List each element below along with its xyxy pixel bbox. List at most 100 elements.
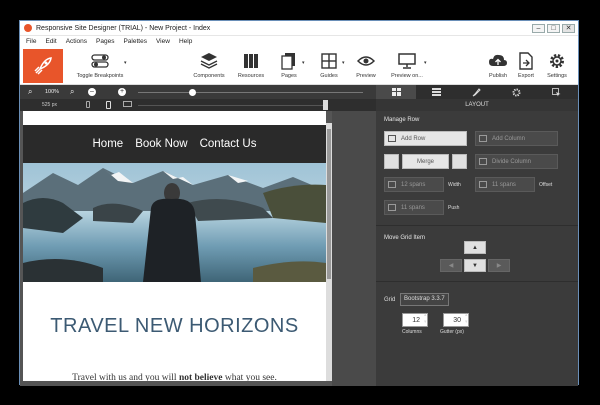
- move-down-button[interactable]: ▼: [464, 259, 486, 272]
- zoom-in-magnifier-icon[interactable]: ⌕: [70, 87, 74, 97]
- preview-button[interactable]: Preview: [353, 49, 379, 79]
- phone-icon[interactable]: [86, 101, 90, 108]
- page-preview[interactable]: Home Book Now Contact Us TRAVEL NEW HORI…: [23, 111, 326, 381]
- zoom-bar: ⌕ 100% ⌕ – +: [20, 85, 578, 99]
- width-label: Width: [448, 182, 461, 188]
- guides-button[interactable]: Guides: [316, 49, 342, 79]
- breakpoint-handle[interactable]: [323, 100, 328, 110]
- merge-label: Merge: [416, 158, 434, 165]
- chevron-down-icon[interactable]: ▾: [424, 60, 427, 66]
- divide-column-button[interactable]: Divide Column: [475, 154, 558, 169]
- minimize-button[interactable]: –: [532, 23, 545, 33]
- nav-home[interactable]: Home: [93, 138, 124, 150]
- add-column-icon: [479, 135, 487, 142]
- gutter-stepper-icon[interactable]: ▴ ▾: [465, 312, 468, 326]
- move-right-button[interactable]: ▶: [488, 259, 510, 272]
- title-bar: Responsive Site Designer (TRIAL) - New P…: [20, 21, 578, 36]
- menu-help[interactable]: Help: [179, 38, 192, 45]
- push-spans-select[interactable]: 11 spans: [384, 200, 444, 215]
- components-button[interactable]: Components: [190, 49, 228, 79]
- guides-label: Guides: [320, 73, 338, 79]
- rocket-logo-icon: [23, 49, 63, 83]
- cloud-upload-icon: [488, 49, 508, 73]
- desktop-icon[interactable]: [123, 101, 132, 107]
- menu-pages[interactable]: Pages: [96, 38, 114, 45]
- gear-icon[interactable]: [496, 88, 536, 97]
- plus-circle-icon[interactable]: +: [118, 88, 126, 96]
- menu-palettes[interactable]: Palettes: [123, 38, 147, 45]
- move-up-button[interactable]: ▲: [464, 241, 486, 254]
- scrollbar-thumb[interactable]: [327, 129, 331, 279]
- pages-label: Pages: [281, 73, 297, 79]
- columns-stepper-icon[interactable]: ▴ ▾: [424, 312, 427, 326]
- nav-book-now[interactable]: Book Now: [135, 138, 187, 150]
- chevron-down-icon[interactable]: ▾: [124, 60, 127, 66]
- merge-right-icon[interactable]: [452, 154, 467, 169]
- panel-tabs: [376, 85, 578, 99]
- layout-tab-grid-icon[interactable]: [376, 85, 416, 99]
- offset-spans-select[interactable]: 11 spans: [475, 177, 535, 192]
- list-icon[interactable]: [416, 88, 456, 96]
- nav-contact-us[interactable]: Contact Us: [200, 138, 257, 150]
- settings-button[interactable]: Settings: [542, 49, 572, 79]
- main-toolbar: Toggle Breakpoints ▾ Components Resource…: [20, 47, 578, 85]
- layout-panel: Manage Row Add Row Add Column Merge Divi…: [376, 111, 578, 386]
- components-icon: [200, 49, 218, 73]
- add-row-label: Add Row: [401, 135, 426, 142]
- viewport-width: 525 px: [42, 102, 58, 108]
- preview-on-label: Preview on...: [391, 73, 423, 79]
- pages-button[interactable]: Pages: [276, 49, 302, 79]
- maximize-button[interactable]: □: [547, 23, 560, 33]
- chevron-down-icon[interactable]: ▾: [302, 60, 305, 66]
- window-title: Responsive Site Designer (TRIAL) - New P…: [36, 24, 211, 32]
- menu-actions[interactable]: Actions: [66, 38, 87, 45]
- preview-on-button[interactable]: Preview on...: [386, 49, 428, 79]
- add-row-icon: [388, 135, 396, 142]
- intro-text-bold: not believe: [178, 373, 223, 381]
- publish-label: Publish: [488, 73, 508, 79]
- export-button[interactable]: Export: [515, 49, 537, 79]
- close-button[interactable]: ✕: [562, 23, 575, 33]
- publish-button[interactable]: Publish: [486, 49, 510, 79]
- merge-button[interactable]: Merge: [402, 154, 449, 169]
- menu-file[interactable]: File: [26, 38, 36, 45]
- pages-icon: [281, 49, 297, 73]
- move-left-button[interactable]: ◀: [440, 259, 462, 272]
- toggle-icon: [91, 49, 109, 73]
- design-canvas: Home Book Now Contact Us TRAVEL NEW HORI…: [20, 111, 376, 386]
- guides-icon: [321, 49, 337, 73]
- zoom-slider-thumb[interactable]: [189, 89, 196, 96]
- eye-icon: [357, 49, 375, 73]
- minus-circle-icon[interactable]: –: [88, 88, 96, 96]
- hero-headline: TRAVEL NEW HORIZONS: [50, 315, 299, 337]
- grid-label: Grid: [384, 297, 396, 303]
- menu-edit[interactable]: Edit: [45, 38, 56, 45]
- divider: [376, 225, 578, 226]
- chevron-down-icon[interactable]: ▾: [342, 60, 345, 66]
- zoom-out-magnifier-icon[interactable]: ⌕: [28, 87, 32, 97]
- site-nav: Home Book Now Contact Us: [23, 125, 326, 163]
- manage-row-title: Manage Row: [384, 117, 420, 123]
- tablet-icon[interactable]: [106, 101, 111, 109]
- resources-label: Resources: [237, 73, 265, 79]
- resources-button[interactable]: Resources: [233, 49, 269, 79]
- menu-view[interactable]: View: [156, 38, 170, 45]
- export-icon: [518, 49, 534, 73]
- width-spans-value: 12 spans: [401, 181, 426, 188]
- brush-icon[interactable]: [456, 87, 496, 97]
- move-grid-item-title: Move Grid Item: [384, 235, 426, 241]
- offset-label: Offset: [539, 182, 553, 188]
- width-spans-select[interactable]: 12 spans: [384, 177, 444, 192]
- add-row-button[interactable]: Add Row: [384, 131, 467, 146]
- gutter-label: Gutter (px): [440, 329, 464, 335]
- cursor-select-icon[interactable]: [536, 87, 576, 97]
- grid-framework-select[interactable]: Bootstrap 3.3.7: [400, 293, 449, 306]
- add-column-button[interactable]: Add Column: [475, 131, 558, 146]
- merge-left-icon[interactable]: [384, 154, 399, 169]
- push-label: Push: [448, 205, 460, 211]
- panel-title: LAYOUT: [376, 99, 578, 111]
- zoom-level: 100%: [45, 89, 60, 95]
- toggle-breakpoints-button[interactable]: Toggle Breakpoints: [72, 49, 128, 79]
- zoom-slider-track[interactable]: [138, 92, 363, 93]
- hero-image: [23, 163, 326, 282]
